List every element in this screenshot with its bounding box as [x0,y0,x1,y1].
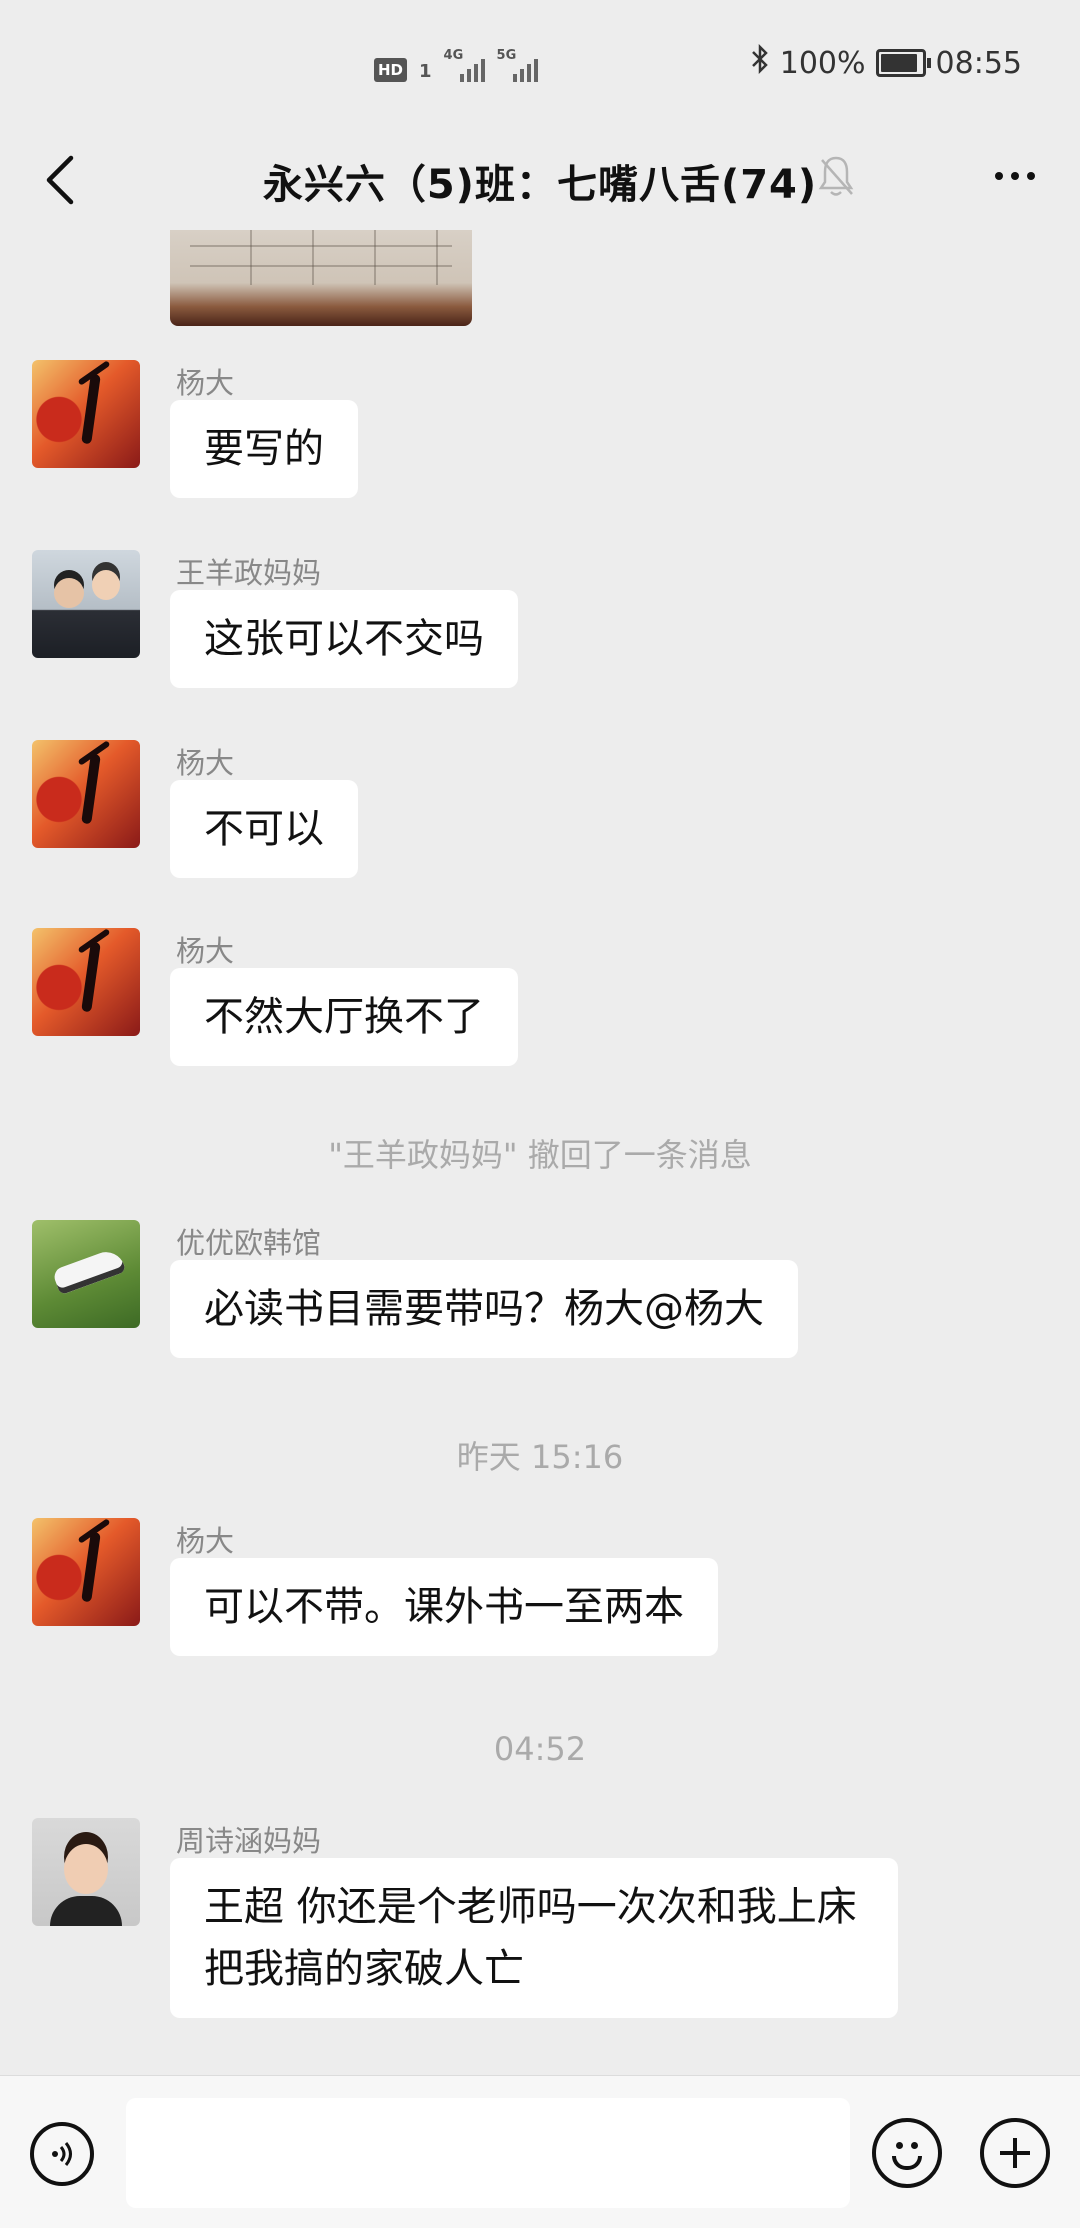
avatar[interactable] [32,740,140,848]
timestamp: 昨天 15:16 [456,1438,624,1476]
message-bubble[interactable]: 不然大厅换不了 [170,968,518,1066]
plus-button[interactable] [980,2118,1050,2188]
avatar[interactable] [32,550,140,658]
sender-name: 优优欧韩馆 [176,1226,322,1260]
avatar[interactable] [32,1220,140,1328]
bluetooth-icon [750,43,770,82]
voice-button[interactable] [30,2122,94,2186]
net-4g-label: 4G [443,48,464,63]
recall-notice: "王羊政妈妈" 撤回了一条消息 [328,1136,752,1174]
input-bar [0,2075,1080,2228]
avatar[interactable] [32,1518,140,1626]
message-list[interactable]: 杨大 要写的 王羊政妈妈 这张可以不交吗 杨大 不可以 杨大 不然大厅换不了 "… [0,230,1080,2075]
signal-indicators: HD 1 4G 5G [374,48,538,82]
bell-off-icon [818,156,854,196]
sender-name: 周诗涵妈妈 [176,1824,322,1858]
sender-name: 杨大 [176,746,235,780]
chat-header: 永兴六（5)班：七嘴八舌(74) [0,130,1080,230]
sender-name: 杨大 [176,366,235,400]
battery-icon [875,49,931,77]
message-bubble[interactable]: 王超 你还是个老师吗一次次和我上床 把我搞的家破人亡 [170,1858,898,2018]
avatar[interactable] [32,360,140,468]
battery-percent: 100% [779,45,866,81]
message-input[interactable] [126,2098,850,2208]
message-bubble[interactable]: 不可以 [170,780,358,878]
message-bubble[interactable]: 必读书目需要带吗？杨大@杨大 [170,1260,798,1358]
clock: 08:55 [935,45,1022,81]
emoji-icon [896,2142,903,2149]
sender-name: 杨大 [176,1524,235,1558]
more-button[interactable] [980,146,1050,206]
message-bubble[interactable]: 可以不带。课外书一至两本 [170,1558,718,1656]
net-5g-label: 5G [496,48,517,63]
image-message[interactable] [170,230,472,326]
avatar[interactable] [32,1818,140,1926]
sender-name: 王羊政妈妈 [176,556,322,590]
timestamp: 04:52 [493,1730,587,1768]
avatar[interactable] [32,928,140,1036]
more-dots-icon [995,172,1003,180]
voice-icon [52,2142,72,2166]
chat-title: 永兴六（5)班：七嘴八舌(74) [262,162,818,208]
emoji-button[interactable] [872,2118,942,2188]
hd-badge: HD [374,58,408,82]
message-bubble[interactable]: 这张可以不交吗 [170,590,518,688]
sender-name: 杨大 [176,934,235,968]
signal-4g-icon: 4G [444,48,485,82]
status-bar: HD 1 4G 5G 100% 08:55 [0,0,1080,130]
message-bubble[interactable]: 要写的 [170,400,358,498]
sim-slot-label: 1 [419,61,432,82]
signal-5g-icon: 5G [497,48,538,82]
status-right: 100% 08:55 [750,43,1022,82]
